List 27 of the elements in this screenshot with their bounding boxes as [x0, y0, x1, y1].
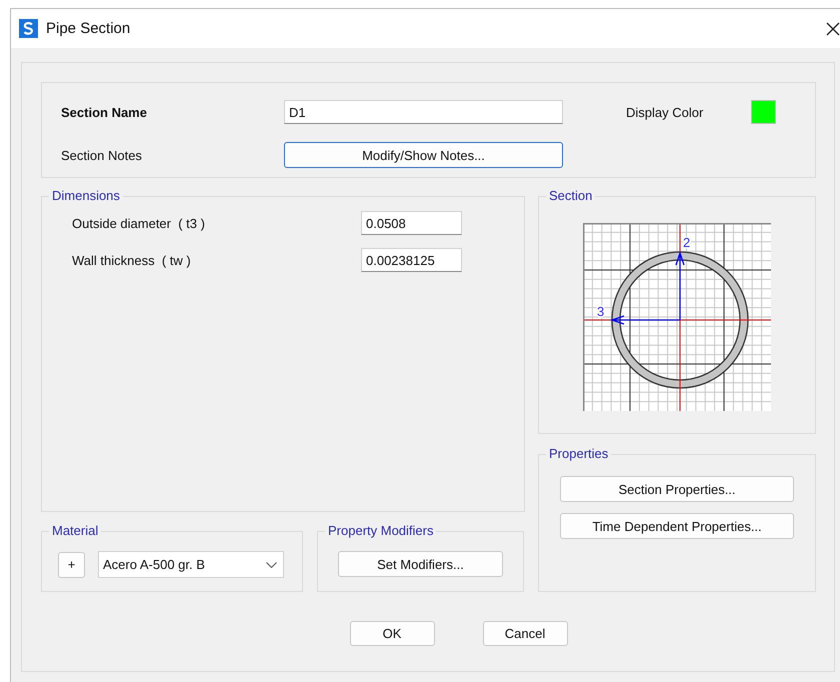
set-modifiers-button[interactable]: Set Modifiers... — [338, 551, 503, 577]
ok-button[interactable]: OK — [350, 621, 434, 646]
group-title: Section — [549, 188, 592, 203]
notes-button[interactable]: Modify/Show Notes... — [284, 142, 563, 168]
properties-button[interactable]: Section Properties... — [560, 476, 794, 502]
close-icon[interactable] — [826, 22, 840, 36]
field-label: Outside diameter ( t3 ) — [72, 216, 206, 230]
field-label: Display Color — [626, 104, 704, 120]
section-name-field[interactable]: D1 — [284, 100, 563, 124]
material-dropdown[interactable]: Acero A-500 gr. B — [98, 551, 284, 578]
field-label: Section Name — [61, 104, 148, 120]
window-title: Pipe Section — [46, 20, 130, 37]
cancel-button[interactable]: Cancel — [482, 621, 568, 646]
app-logo-icon — [19, 19, 38, 38]
dimension-field[interactable]: 0.00238125 — [361, 248, 462, 272]
field-label: Section Notes — [61, 148, 143, 162]
group-title: Dimensions — [52, 188, 120, 203]
dimension-field[interactable]: 0.0508 — [361, 211, 462, 235]
group-title: Material — [52, 523, 98, 538]
color-swatch[interactable] — [751, 100, 776, 124]
field-label: Wall thickness ( tw ) — [72, 252, 192, 268]
add-button[interactable]: + — [58, 552, 85, 578]
group-title: Properties — [549, 446, 608, 461]
pipe-section-drawing: 2 3 — [583, 223, 771, 411]
chevron-down-icon[interactable] — [266, 562, 277, 568]
properties-button[interactable]: Time Dependent Properties... — [560, 513, 794, 539]
group-title: Property Modifiers — [328, 523, 434, 538]
